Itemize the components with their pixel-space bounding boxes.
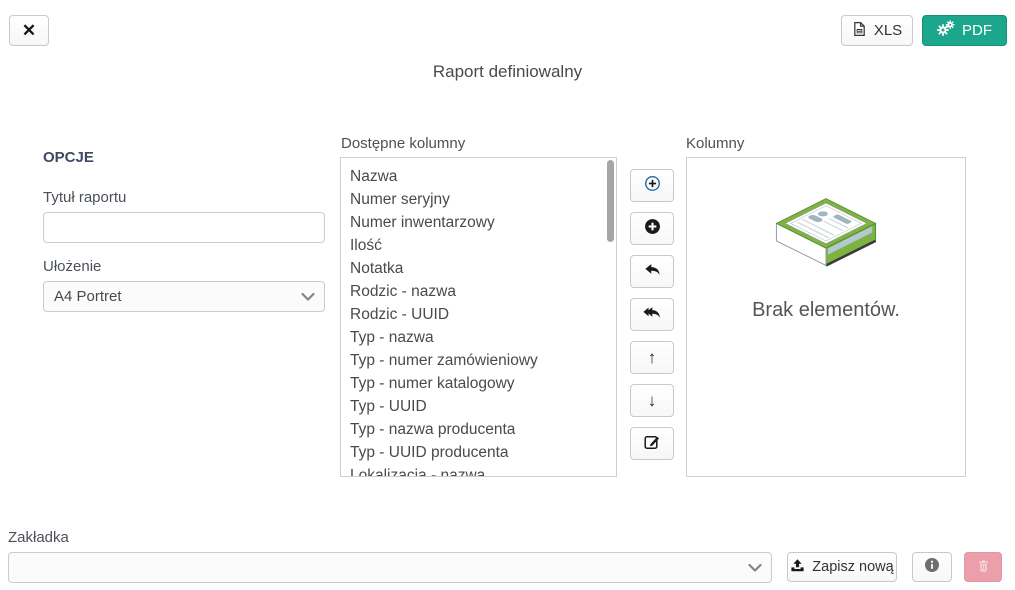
delete-bookmark-button[interactable] [964, 552, 1002, 582]
list-item[interactable]: Numer seryjny [341, 188, 616, 211]
list-item[interactable]: Numer inwentarzowy [341, 211, 616, 234]
list-item[interactable]: Ilość [341, 234, 616, 257]
page-title: Raport definiowalny [0, 62, 1015, 82]
info-icon [924, 557, 940, 577]
selected-columns-panel[interactable]: Brak elementów. [686, 157, 966, 477]
move-down-button[interactable]: ↓ [630, 384, 674, 417]
upload-icon [790, 558, 805, 577]
list-item[interactable]: Typ - nazwa [341, 326, 616, 349]
file-icon [852, 21, 867, 41]
selected-columns-label: Kolumny [686, 135, 744, 152]
add-all-columns-button[interactable] [630, 212, 674, 245]
move-up-button[interactable]: ↑ [630, 341, 674, 374]
list-item[interactable]: Notatka [341, 257, 616, 280]
available-columns-listbox[interactable]: NazwaNumer seryjnyNumer inwentarzowyIloś… [340, 157, 617, 477]
pdf-button-label: PDF [962, 22, 992, 39]
trash-icon [976, 558, 991, 577]
arrow-down-icon: ↓ [648, 392, 657, 409]
chevron-down-icon [748, 559, 762, 576]
list-item[interactable]: Lokalizacja - nazwa [341, 464, 616, 477]
bookmark-label: Zakładka [8, 529, 69, 546]
empty-box-illustration [767, 190, 885, 283]
list-item[interactable]: Typ - UUID [341, 395, 616, 418]
list-item[interactable]: Typ - numer zamówieniowy [341, 349, 616, 372]
remove-all-columns-button[interactable] [630, 298, 674, 331]
xls-export-button[interactable]: XLS [841, 15, 913, 46]
plus-circle-outline-icon [644, 175, 661, 196]
report-dialog: ✕ XLS PDF Raport definiowalny [0, 0, 1015, 590]
undo-all-arrow-icon [643, 305, 661, 324]
arrow-up-icon: ↑ [648, 349, 657, 366]
layout-selected-value: A4 Portret [54, 288, 122, 305]
xls-button-label: XLS [874, 22, 902, 39]
info-button[interactable] [912, 552, 952, 582]
bookmark-select[interactable] [8, 552, 772, 583]
options-heading: OPCJE [43, 149, 94, 166]
layout-label: Ułożenie [43, 258, 101, 275]
list-item[interactable]: Rodzic - nazwa [341, 280, 616, 303]
close-button[interactable]: ✕ [9, 15, 49, 46]
chevron-down-icon [301, 288, 315, 305]
pdf-export-button[interactable]: PDF [922, 15, 1007, 46]
list-item[interactable]: Nazwa [341, 165, 616, 188]
gears-icon [937, 20, 955, 41]
undo-arrow-icon [644, 262, 661, 281]
close-icon: ✕ [22, 21, 36, 41]
empty-state-text: Brak elementów. [752, 299, 900, 322]
add-column-button[interactable] [630, 169, 674, 202]
list-item[interactable]: Rodzic - UUID [341, 303, 616, 326]
edit-column-button[interactable] [630, 427, 674, 460]
report-title-input[interactable] [43, 212, 325, 243]
save-bookmark-label: Zapisz nową [812, 559, 893, 575]
scrollbar-thumb[interactable] [607, 160, 614, 242]
list-item[interactable]: Typ - nazwa producenta [341, 418, 616, 441]
plus-circle-solid-icon [644, 218, 661, 239]
list-item[interactable]: Typ - numer katalogowy [341, 372, 616, 395]
save-bookmark-button[interactable]: Zapisz nową [787, 552, 897, 582]
report-title-label: Tytuł raportu [43, 189, 126, 206]
remove-column-button[interactable] [630, 255, 674, 288]
layout-select[interactable]: A4 Portret [43, 281, 325, 312]
list-item[interactable]: Typ - UUID producenta [341, 441, 616, 464]
edit-pencil-square-icon [644, 433, 661, 454]
available-columns-label: Dostępne kolumny [341, 135, 465, 152]
